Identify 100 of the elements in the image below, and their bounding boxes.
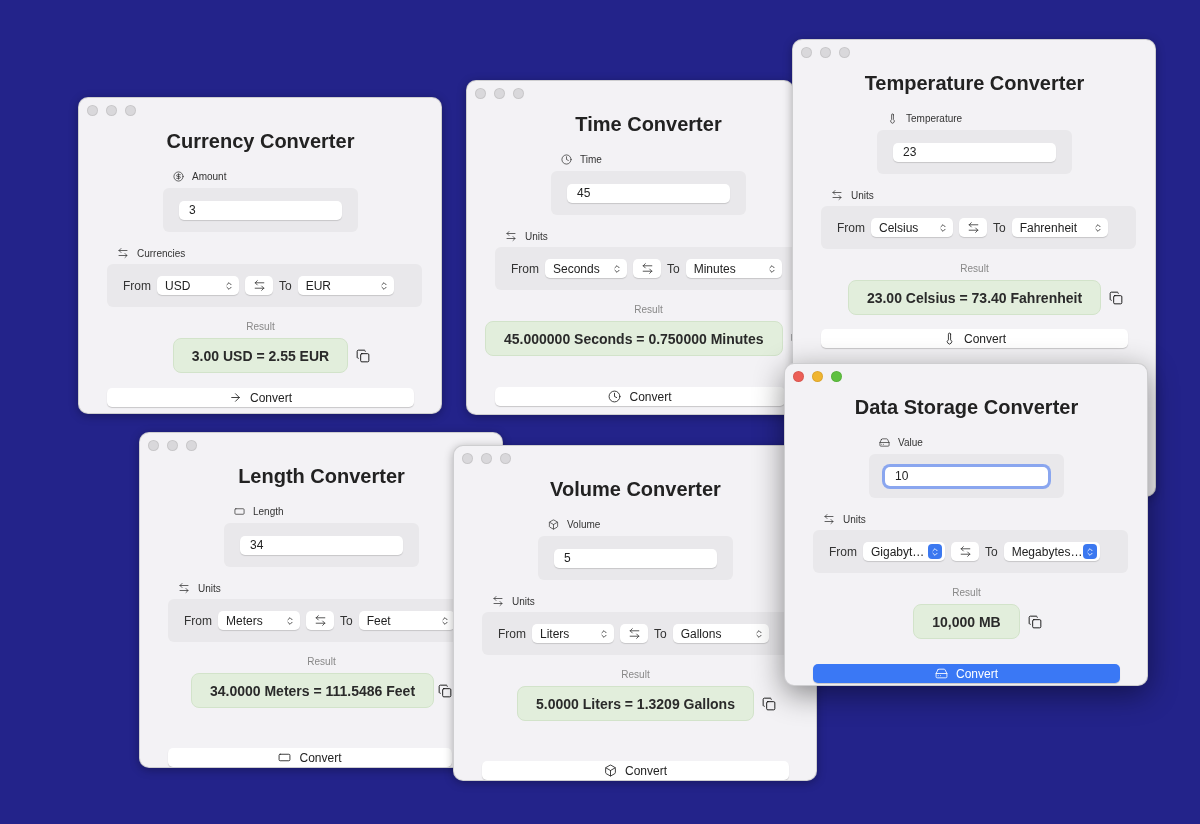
clock-icon [608, 390, 622, 403]
result-label: Result [960, 263, 989, 274]
copy-icon[interactable] [761, 696, 776, 711]
window-control-button[interactable] [839, 47, 850, 58]
to-label: To [279, 278, 292, 293]
from-label: From [829, 544, 857, 559]
swap-button[interactable] [245, 276, 273, 295]
window-control-button[interactable] [125, 105, 136, 116]
stepper-icon [930, 546, 940, 557]
result-value: 34.0000 Meters = 111.5486 Feet [190, 673, 435, 708]
stepper-icon [612, 263, 622, 274]
from-label: From [184, 613, 212, 628]
units-label: Units [198, 582, 221, 594]
swap-arrows-icon [252, 279, 266, 292]
value-input[interactable]: 34 [240, 535, 403, 555]
swap-button[interactable] [620, 624, 648, 643]
swap-arrows-icon [627, 627, 641, 640]
units-label: Units [512, 595, 535, 607]
window-title: Time Converter [575, 113, 722, 136]
copy-icon[interactable] [356, 348, 371, 363]
window-control-button[interactable] [106, 105, 117, 116]
result-label: Result [634, 304, 663, 315]
to-label: To [654, 626, 667, 641]
window-control-button[interactable] [475, 88, 486, 99]
swap-arrows-icon [178, 582, 190, 594]
swap-button[interactable] [951, 542, 979, 561]
result-value: 10,000 MB [913, 604, 1020, 639]
drive-icon [879, 436, 890, 448]
swap-arrows-icon [966, 221, 980, 234]
stepper-icon [1084, 546, 1095, 557]
to-picker[interactable]: EUR [297, 276, 394, 295]
result-value: 5.0000 Liters = 1.3209 Gallons [517, 686, 754, 721]
to-picker[interactable]: Feet [358, 611, 455, 630]
field-label: Amount [192, 170, 227, 182]
from-picker[interactable]: Gigabyt… [863, 542, 945, 561]
value-input[interactable]: 10 [885, 466, 1048, 486]
window-control-button[interactable] [186, 440, 197, 451]
window-control-button[interactable] [831, 371, 842, 382]
from-label: From [837, 220, 865, 235]
convert-button[interactable]: Convert [495, 387, 785, 406]
swap-button[interactable] [306, 611, 334, 630]
to-picker[interactable]: Megabytes… [1003, 542, 1100, 561]
value-input[interactable]: 3 [179, 200, 342, 220]
window-control-button[interactable] [87, 105, 98, 116]
window-title: Volume Converter [550, 478, 721, 501]
swap-button[interactable] [633, 259, 661, 278]
window-control-button[interactable] [462, 453, 473, 464]
window-control-button[interactable] [500, 453, 511, 464]
from-picker[interactable]: Celsius [871, 218, 953, 237]
field-label: Time [580, 153, 602, 165]
window-control-button[interactable] [148, 440, 159, 451]
to-label: To [985, 544, 998, 559]
from-picker[interactable]: USD [157, 276, 239, 295]
value-input[interactable]: 45 [567, 183, 730, 203]
window-title: Currency Converter [166, 130, 355, 153]
to-picker[interactable]: Gallons [672, 624, 769, 643]
result-label: Result [621, 669, 650, 680]
convert-button[interactable]: Convert [107, 388, 414, 407]
value-input[interactable]: 5 [554, 548, 717, 568]
units-label: Units [851, 189, 874, 201]
stepper-icon [938, 222, 948, 233]
window-control-button[interactable] [793, 371, 804, 382]
to-label: To [667, 261, 680, 276]
convert-button[interactable]: Convert [821, 329, 1128, 348]
convert-button[interactable]: Convert [482, 761, 789, 780]
convert-button[interactable]: Convert [168, 748, 452, 767]
window-control-button[interactable] [801, 47, 812, 58]
to-picker[interactable]: Fahrenheit [1011, 218, 1108, 237]
clock-icon [561, 153, 572, 165]
window-control-button[interactable] [494, 88, 505, 99]
window-control-button[interactable] [820, 47, 831, 58]
stepper-icon [439, 615, 450, 626]
from-picker[interactable]: Seconds [545, 259, 627, 278]
swap-arrows-icon [958, 545, 972, 558]
window-control-button[interactable] [167, 440, 178, 451]
units-label: Units [525, 230, 548, 242]
swap-button[interactable] [959, 218, 987, 237]
stepper-icon [766, 263, 777, 274]
stepper-icon [753, 628, 764, 639]
stepper-icon [378, 280, 389, 291]
window-title: Data Storage Converter [854, 396, 1079, 419]
copy-icon[interactable] [1109, 290, 1124, 305]
window-control-button[interactable] [481, 453, 492, 464]
swap-arrows-icon [313, 614, 327, 627]
cube-icon [604, 764, 617, 777]
window-control-button[interactable] [513, 88, 524, 99]
from-label: From [123, 278, 151, 293]
to-label: To [340, 613, 353, 628]
from-picker[interactable]: Liters [532, 624, 614, 643]
cube-icon [548, 518, 559, 530]
copy-icon[interactable] [1027, 614, 1042, 629]
from-picker[interactable]: Meters [218, 611, 300, 630]
result-label: Result [246, 321, 275, 332]
field-label: Temperature [906, 112, 963, 124]
convert-button[interactable]: Convert [813, 664, 1120, 683]
window-control-button[interactable] [812, 371, 823, 382]
value-input[interactable]: 23 [893, 142, 1056, 162]
to-picker[interactable]: Minutes [685, 259, 782, 278]
field-label: Volume [567, 518, 601, 530]
copy-icon[interactable] [438, 683, 453, 698]
